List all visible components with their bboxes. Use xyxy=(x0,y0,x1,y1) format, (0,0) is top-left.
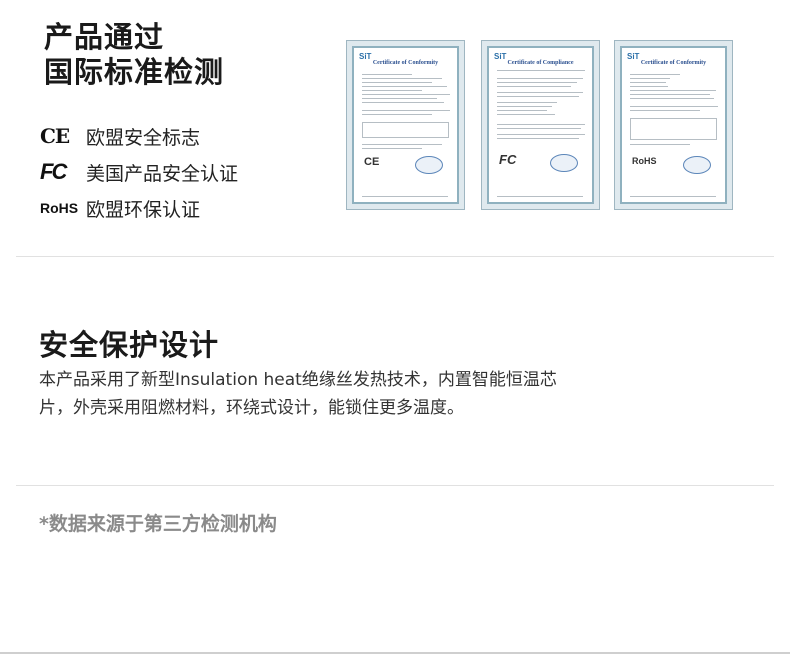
certificate-image-fcc: SiT Certificate of Compliance FC xyxy=(481,40,600,210)
certification-label: 欧盟安全标志 xyxy=(86,126,201,149)
section-divider xyxy=(16,256,774,257)
rohs-logo-icon: RoHS xyxy=(40,200,79,216)
certification-item-ce: CE 欧盟安全标志 xyxy=(40,118,238,154)
certificate-title: Certificate of Conformity xyxy=(372,60,439,66)
fcc-logo-icon: FC xyxy=(40,159,67,184)
certification-label: 美国产品安全认证 xyxy=(86,162,239,185)
stamp-icon xyxy=(550,154,578,172)
certification-label: 欧盟环保认证 xyxy=(86,198,201,221)
certification-list: CE 欧盟安全标志 FC 美国产品安全认证 RoHS 欧盟环保认证 xyxy=(40,118,238,226)
section-divider xyxy=(16,485,774,486)
certification-item-rohs: RoHS 欧盟环保认证 xyxy=(40,190,238,226)
certificate-title: Certificate of Compliance xyxy=(507,60,574,66)
stamp-icon xyxy=(683,156,711,174)
certification-item-fcc: FC 美国产品安全认证 xyxy=(40,154,238,190)
stamp-icon xyxy=(415,156,443,174)
data-source-footnote: *数据来源于第三方检测机构 xyxy=(39,513,277,535)
certificate-image-ce: SiT Certificate of Conformity CE xyxy=(346,40,465,210)
safety-section-body: 本产品采用了新型Insulation heat绝缘丝发热技术，内置智能恒温芯片，… xyxy=(39,370,557,418)
title-line-1: 产品通过 xyxy=(44,20,165,54)
fcc-mark-icon: FC xyxy=(499,152,517,167)
title-block: 产品通过 国际标准检测 xyxy=(44,20,224,90)
ce-mark-icon: CE xyxy=(364,156,380,168)
certificate-image-rohs: SiT Certificate of Conformity RoHS xyxy=(614,40,733,210)
rohs-mark-icon: RoHS xyxy=(632,156,657,166)
safety-section-title: 安全保护设计 xyxy=(39,328,220,362)
certificate-title: Certificate of Conformity xyxy=(640,60,707,66)
title-line-2: 国际标准检测 xyxy=(44,55,225,89)
ce-logo-icon: CE xyxy=(40,124,70,148)
